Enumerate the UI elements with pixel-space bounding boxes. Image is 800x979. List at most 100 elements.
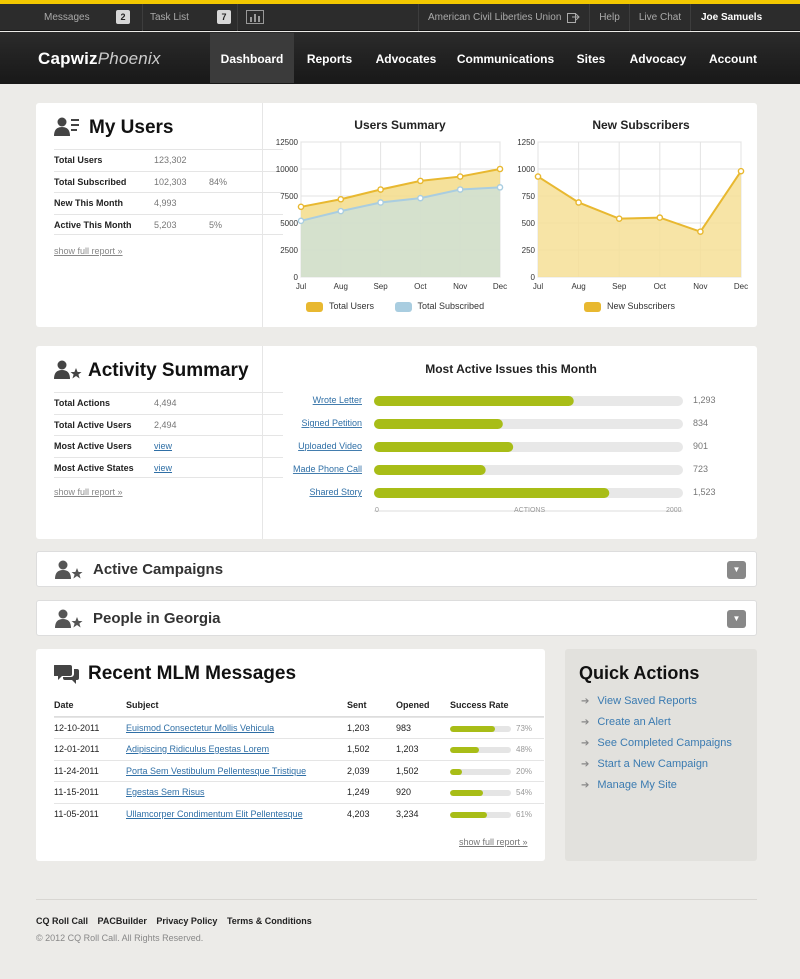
success-rate-percent: 73% <box>516 723 533 733</box>
message-subject-link[interactable]: Adipiscing Ridiculus Egestas Lorem <box>126 739 269 760</box>
quick-action-see-completed-campaigns[interactable]: ➔ See Completed Campaigns <box>581 737 732 749</box>
quick-action-create-alert[interactable]: ➔ Create an Alert <box>581 716 671 728</box>
quick-action-view-saved-reports[interactable]: ➔ View Saved Reports <box>581 695 697 707</box>
nav-account[interactable]: Account <box>700 33 766 83</box>
success-rate-fill <box>450 747 480 753</box>
bar <box>374 488 610 498</box>
footer: CQ Roll Call PACBuilder Privacy Policy T… <box>36 899 757 943</box>
quick-action-manage-my-site[interactable]: ➔ Manage My Site <box>581 779 677 791</box>
data-point <box>737 167 745 175</box>
top-bar: Messages 2 Task List 7 American Civil Li… <box>0 4 800 31</box>
x-tick-label: Dec <box>493 282 507 291</box>
arrow-right-icon: ➔ <box>581 717 590 728</box>
footer-link-pacbuilder[interactable]: PACBuilder <box>98 916 147 926</box>
footer-link-terms[interactable]: Terms & Conditions <box>227 916 312 926</box>
x-tick-label: Dec <box>734 282 748 291</box>
bar <box>374 419 503 429</box>
logo-italic: Phoenix <box>97 49 161 68</box>
data-point <box>297 217 305 225</box>
issue-label-link: Made Phone Call <box>293 464 362 474</box>
nav-sites[interactable]: Sites <box>566 33 616 83</box>
x-tick-label: Sep <box>612 282 627 291</box>
logo[interactable]: CapwizPhoenix <box>38 49 161 69</box>
message-date: 12-10-2011 <box>54 722 100 733</box>
nav-advocacy[interactable]: Advocacy <box>622 33 694 83</box>
nav-dashboard[interactable]: Dashboard <box>210 33 294 83</box>
x-tick-label: Jul <box>533 282 543 291</box>
data-point <box>417 177 424 185</box>
messages-link[interactable]: Messages 2 <box>34 4 142 31</box>
org-switcher[interactable]: American Civil Liberties Union <box>418 4 589 31</box>
bar <box>374 442 514 452</box>
data-point <box>697 228 704 235</box>
message-opened: 983 <box>396 722 412 733</box>
nav-communications[interactable]: Communications <box>450 33 561 83</box>
y-tick-label: 12500 <box>276 138 299 147</box>
issue-label-link: Wrote Letter <box>313 395 362 405</box>
footer-link-privacy-policy[interactable]: Privacy Policy <box>156 916 217 926</box>
data-point <box>615 215 623 222</box>
new-subscribers-legend: New Subscribers <box>584 301 675 312</box>
table-row: 11-15-2011 Egestas Sem Risus 1,249 920 54% <box>54 781 544 803</box>
success-rate-bar <box>450 790 511 796</box>
logo-bold: Capwiz <box>38 49 98 68</box>
message-opened: 1,502 <box>396 765 419 776</box>
org-name: American Civil Liberties Union <box>428 12 562 23</box>
help-link[interactable]: Help <box>589 4 629 31</box>
message-subject-link[interactable]: Porta Sem Vestibulum Pellentesque Tristi… <box>126 761 306 782</box>
legend-label-new-subscribers: New Subscribers <box>607 301 676 311</box>
y-tick-label: 0 <box>531 273 536 282</box>
footer-link-cq-roll-call[interactable]: CQ Roll Call <box>36 916 88 926</box>
legend-swatch-total-users <box>306 301 323 312</box>
column-header: Date <box>54 700 74 710</box>
success-rate-fill <box>450 811 488 818</box>
x-tick-label: Nov <box>453 282 467 291</box>
data-point <box>337 195 345 203</box>
bar-value-label: 1,293 <box>693 395 716 405</box>
success-rate-bar <box>450 747 511 753</box>
people-in-georgia-panel[interactable]: People in Georgia ▼ <box>36 600 757 636</box>
table-row: 11-24-2011 Porta Sem Vestibulum Pellentes… <box>54 759 544 782</box>
legend-swatch-new-subscribers <box>584 301 601 312</box>
quick-action-start-new-campaign[interactable]: ➔ Start a New Campaign <box>581 758 708 770</box>
task-list-link[interactable]: Task List 7 <box>142 4 237 31</box>
chat-bubbles-icon <box>54 665 79 684</box>
quick-actions-panel: Quick Actions ➔ View Saved Reports ➔ Creat… <box>565 649 757 861</box>
column-header: Opened <box>396 700 430 710</box>
user-menu[interactable]: Joe Samuels <box>690 4 800 31</box>
quick-action-label: Start a New Campaign <box>597 758 709 770</box>
message-subject-link[interactable]: Egestas Sem Risus <box>126 782 205 803</box>
series-area <box>538 171 741 277</box>
message-sent: 1,249 <box>347 787 370 797</box>
nav-advocates[interactable]: Advocates <box>367 33 445 83</box>
quick-action-label: See Completed Campaigns <box>597 737 732 749</box>
stats-link[interactable] <box>237 4 272 31</box>
message-subject-link[interactable]: Euismod Consectetur Mollis Vehicula <box>126 718 274 739</box>
x-tick-label: Nov <box>693 282 707 291</box>
table-row: 12-01-2011 Adipiscing Ridiculus Egestas L… <box>54 738 544 760</box>
x-tick-label: Aug <box>334 282 348 291</box>
issues-chart-svg: Wrote Letter 1,293 Signed Petition 834 Uploa… <box>293 395 716 512</box>
data-point <box>496 165 504 173</box>
expand-toggle-button[interactable]: ▼ <box>727 610 746 628</box>
exit-icon <box>567 13 580 23</box>
users-summary-legend: Total Users Total Subscribed <box>306 301 484 312</box>
data-point <box>377 199 384 206</box>
activity-summary-panel: Activity Summary Total Actions 4,494 Tota… <box>36 346 757 539</box>
nav-reports[interactable]: Reports <box>296 33 363 83</box>
active-campaigns-panel[interactable]: Active Campaigns ▼ <box>36 551 757 587</box>
bar <box>374 396 574 406</box>
expand-toggle-button[interactable]: ▼ <box>727 561 746 579</box>
bar <box>374 465 486 475</box>
live-chat-link[interactable]: Live Chat <box>629 4 690 31</box>
success-rate-bar <box>450 725 511 732</box>
messages-show-full-report-link[interactable]: show full report » <box>459 837 528 847</box>
issues-axis-max: 2000 <box>666 507 682 514</box>
task-list-label: Task List <box>150 12 189 23</box>
success-rate-bar <box>450 768 511 775</box>
y-tick-label: 1000 <box>517 165 535 174</box>
arrow-right-icon: ➔ <box>581 696 590 707</box>
x-tick-label: Oct <box>654 282 667 291</box>
messages-count-badge: 2 <box>116 10 130 24</box>
message-subject-link[interactable]: Ullamcorper Condimentum Elit Pellentesqu… <box>126 804 303 825</box>
